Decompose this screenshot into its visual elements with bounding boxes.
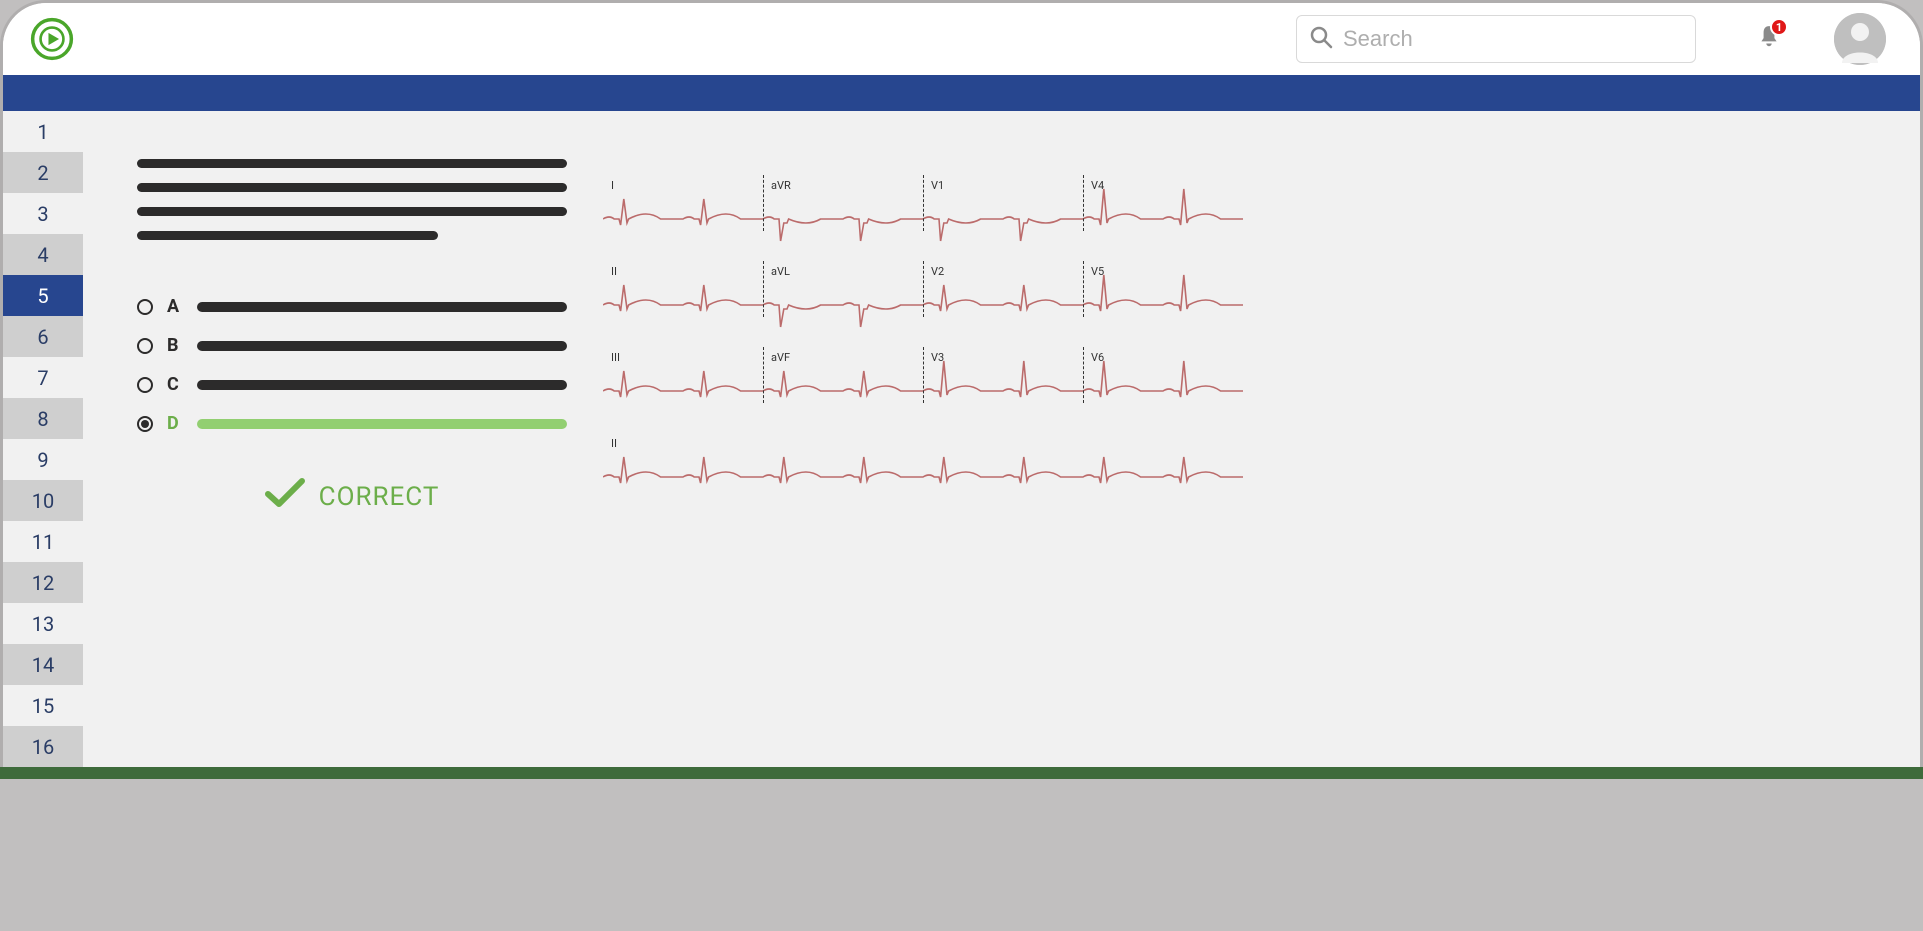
- ecg-lead-divider: [923, 347, 924, 403]
- avatar[interactable]: [1834, 13, 1886, 65]
- question-nav-item-13[interactable]: 13: [3, 603, 83, 644]
- top-bar: 1: [3, 3, 1920, 75]
- question-nav-item-1[interactable]: 1: [3, 111, 83, 152]
- question-nav-item-3[interactable]: 3: [3, 193, 83, 234]
- question-nav-item-6[interactable]: 6: [3, 316, 83, 357]
- logo[interactable]: [27, 14, 77, 64]
- footer-bar: [0, 767, 1923, 779]
- question-nav-item-16[interactable]: 16: [3, 726, 83, 767]
- question-nav-item-15[interactable]: 15: [3, 685, 83, 726]
- answer-option-b[interactable]: B: [137, 335, 567, 356]
- result-label: CORRECT: [319, 482, 440, 512]
- ecg-lead-divider: [923, 261, 924, 317]
- search-box[interactable]: [1296, 15, 1696, 63]
- result-indicator: CORRECT: [137, 476, 567, 517]
- ecg-lead-label: V5: [1091, 265, 1104, 278]
- notifications-button[interactable]: 1: [1756, 24, 1782, 54]
- question-nav-item-5[interactable]: 5: [3, 275, 83, 316]
- ecg-lead-label: V4: [1091, 179, 1104, 192]
- ecg-trace: [603, 423, 1243, 507]
- answer-text: [197, 380, 567, 390]
- radio-icon: [137, 416, 153, 432]
- ecg-lead-label: aVR: [771, 179, 791, 192]
- check-icon: [265, 476, 305, 517]
- question-nav-item-10[interactable]: 10: [3, 480, 83, 521]
- ecg-lead-label: III: [611, 351, 620, 364]
- ecg-lead-divider: [763, 347, 764, 403]
- ecg-lead-divider: [1083, 347, 1084, 403]
- question-nav-item-9[interactable]: 9: [3, 439, 83, 480]
- ecg-lead-label: V1: [931, 179, 944, 192]
- bell-icon: [1756, 35, 1782, 54]
- ecg-lead-label: II: [611, 437, 617, 450]
- ecg-lead-label: V3: [931, 351, 944, 364]
- question-nav-item-7[interactable]: 7: [3, 357, 83, 398]
- answer-option-a[interactable]: A: [137, 296, 567, 317]
- radio-icon: [137, 338, 153, 354]
- radio-icon: [137, 299, 153, 315]
- question-text: [137, 159, 567, 240]
- question-line: [137, 231, 438, 240]
- ecg-row: IaVR V1 V4: [603, 165, 1910, 249]
- question-nav-item-8[interactable]: 8: [3, 398, 83, 439]
- answer-option-c[interactable]: C: [137, 374, 567, 395]
- ecg-lead-label: V6: [1091, 351, 1104, 364]
- ecg-lead-divider: [763, 175, 764, 231]
- ecg-lead-label: V2: [931, 265, 944, 278]
- question-line: [137, 159, 567, 168]
- search-input[interactable]: [1343, 26, 1683, 52]
- question-line: [137, 207, 567, 216]
- answer-option-d[interactable]: D: [137, 413, 567, 434]
- ecg-lead-label: aVF: [771, 351, 790, 364]
- ecg-row: II: [603, 423, 1910, 507]
- answer-letter: C: [167, 374, 183, 395]
- ecg-lead-label: II: [611, 265, 617, 278]
- answer-list: ABCD: [137, 296, 567, 434]
- question-nav-item-2[interactable]: 2: [3, 152, 83, 193]
- ecg-lead-label: aVL: [771, 265, 790, 278]
- ecg-panel: IaVR V1 V4 II aVL V2 V5 III aVF V3 V6 II: [603, 159, 1910, 757]
- ecg-lead-label: I: [611, 179, 614, 192]
- question-nav-item-4[interactable]: 4: [3, 234, 83, 275]
- question-line: [137, 183, 567, 192]
- radio-icon: [137, 377, 153, 393]
- question-nav: 12345678910111213141516: [3, 111, 83, 767]
- answer-text: [197, 419, 567, 429]
- ecg-row: II aVL V2 V5: [603, 251, 1910, 335]
- ecg-row: III aVF V3 V6: [603, 337, 1910, 421]
- question-nav-item-11[interactable]: 11: [3, 521, 83, 562]
- ecg-lead-divider: [1083, 261, 1084, 317]
- banner: [3, 75, 1920, 111]
- answer-letter: D: [167, 413, 183, 434]
- answer-letter: A: [167, 296, 183, 317]
- search-icon: [1309, 25, 1333, 53]
- notification-badge: 1: [1770, 18, 1788, 36]
- answer-text: [197, 302, 567, 312]
- ecg-lead-divider: [763, 261, 764, 317]
- question-nav-item-14[interactable]: 14: [3, 644, 83, 685]
- ecg-lead-divider: [923, 175, 924, 231]
- answer-letter: B: [167, 335, 183, 356]
- ecg-lead-divider: [1083, 175, 1084, 231]
- answer-text: [197, 341, 567, 351]
- question-nav-item-12[interactable]: 12: [3, 562, 83, 603]
